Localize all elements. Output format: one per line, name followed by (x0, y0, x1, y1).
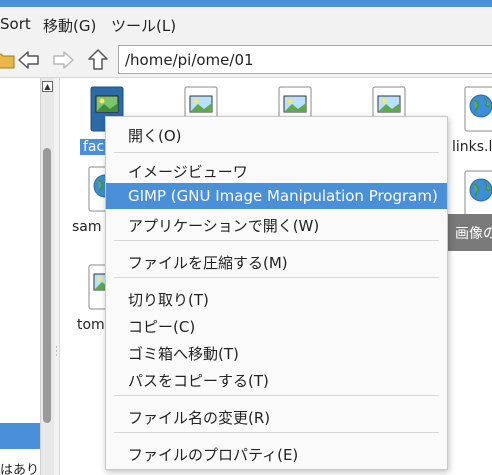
window-title-strip (0, 0, 492, 7)
menu-sort[interactable]: Sort (0, 15, 31, 33)
menu-item-image-viewer[interactable]: イメージビューワ (106, 157, 447, 183)
menu-item-rename[interactable]: ファイル名の変更(R) (106, 403, 447, 429)
file-label[interactable]: links.l (452, 139, 492, 155)
menu-separator (114, 277, 439, 278)
context-menu: 開く(O) イメージビューワ GIMP (GNU Image Manipulat… (105, 116, 448, 470)
menu-item-properties[interactable]: ファイルのプロパティ(E) (106, 440, 447, 466)
path-input[interactable]: /home/pi/ome/01 (118, 45, 492, 74)
menu-item-compress[interactable]: ファイルを圧縮する(M) (106, 248, 447, 274)
up-icon[interactable] (84, 46, 112, 74)
grip-icon: · · · (55, 343, 58, 361)
menubar: Sort 移動(G) ツール(L) (0, 7, 492, 41)
menu-item-open-with[interactable]: アプリケーションで開く(W) (106, 211, 447, 237)
file-label[interactable]: sam (72, 219, 102, 235)
scrollbar-thumb[interactable] (43, 148, 51, 423)
menu-go[interactable]: 移動(G) (43, 15, 96, 36)
menu-item-cut[interactable]: 切り取り(T) (106, 285, 447, 311)
side-pane-selected-item[interactable] (0, 423, 40, 449)
globe-file-icon[interactable] (464, 170, 492, 216)
globe-file-icon[interactable] (464, 86, 492, 132)
side-pane: はあり (0, 78, 40, 475)
menu-item-gimp[interactable]: GIMP (GNU Image Manipulation Program) (106, 183, 447, 209)
menu-tools[interactable]: ツール(L) (111, 15, 176, 36)
menu-item-open[interactable]: 開く(O) (106, 121, 447, 147)
file-label[interactable]: fac (80, 139, 108, 155)
menu-separator (114, 432, 439, 433)
menu-item-copy[interactable]: コピー(C) (106, 312, 447, 338)
scroll-up-icon[interactable]: ▲ (42, 81, 53, 92)
menu-separator (114, 395, 439, 396)
forward-icon (49, 46, 77, 74)
file-label[interactable]: tom (77, 317, 105, 333)
menu-separator (114, 152, 439, 153)
tooltip: 画像の (445, 214, 492, 251)
side-pane-text: はあり (0, 463, 40, 475)
toolbar: /home/pi/ome/01 (0, 41, 492, 78)
side-pane-scrollbar[interactable]: ▲ (40, 78, 54, 475)
menu-item-move-to-trash[interactable]: ゴミ箱へ移動(T) (106, 339, 447, 365)
menu-item-copy-path[interactable]: パスをコピーする(T) (106, 366, 447, 392)
menu-separator (114, 240, 439, 241)
back-icon[interactable] (15, 46, 43, 74)
